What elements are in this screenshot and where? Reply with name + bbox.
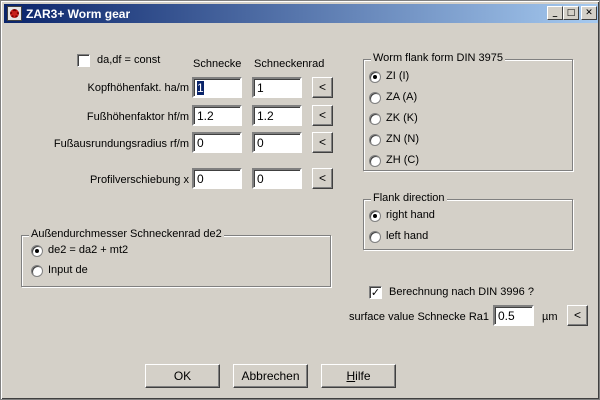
gear-app-icon xyxy=(7,6,22,21)
flank-zh-radio[interactable] xyxy=(369,155,381,167)
wheel-column-header: Schneckenrad xyxy=(254,58,325,70)
window-title: ZAR3+ Worm gear xyxy=(26,7,131,21)
root-radius-worm-input[interactable]: 0 xyxy=(192,132,242,153)
help-button[interactable]: Hilfe xyxy=(321,364,396,388)
root-radius-wheel-input[interactable]: 0 xyxy=(252,132,302,153)
left-hand-label: left hand xyxy=(386,230,429,242)
outer-diameter-formula-radio[interactable] xyxy=(31,245,43,257)
profile-shift-worm-input[interactable]: 0 xyxy=(192,168,242,189)
flank-zh-label: ZH (C) xyxy=(386,154,419,166)
flank-za-label: ZA (A) xyxy=(386,91,418,103)
flank-form-group-title: Worm flank form DIN 3975 xyxy=(371,52,506,64)
ok-button[interactable]: OK xyxy=(145,364,220,388)
dedendum-worm-input[interactable]: 1.2 xyxy=(192,105,242,126)
flank-zk-label: ZK (K) xyxy=(386,112,418,124)
flank-zi-label: ZI (I) xyxy=(386,70,410,82)
flank-zi-radio[interactable] xyxy=(369,71,381,83)
close-button[interactable]: ✕ xyxy=(581,6,597,20)
flank-zk-radio[interactable] xyxy=(369,113,381,125)
const-checkbox[interactable] xyxy=(77,54,90,67)
copy-addendum-button[interactable]: < xyxy=(312,77,333,98)
right-hand-radio[interactable] xyxy=(369,210,381,222)
left-hand-radio[interactable] xyxy=(369,231,381,243)
cancel-button[interactable]: Abbrechen xyxy=(233,364,308,388)
outer-diameter-group-title: Außendurchmesser Schneckenrad de2 xyxy=(29,228,224,240)
flank-form-group: Worm flank form DIN 3975 ZI (I) ZA (A) Z… xyxy=(363,52,573,171)
flank-direction-group-title: Flank direction xyxy=(371,192,447,204)
right-hand-label: right hand xyxy=(386,209,435,221)
maximize-button[interactable]: □ xyxy=(563,6,579,20)
dedendum-factor-label: Fußhöhenfaktor hf/m xyxy=(86,111,189,123)
outer-diameter-input-label: Input de xyxy=(48,264,88,276)
flank-zn-radio[interactable] xyxy=(369,134,381,146)
addendum-wheel-input[interactable]: 1 xyxy=(252,77,302,98)
dedendum-wheel-input[interactable]: 1.2 xyxy=(252,105,302,126)
minimize-button[interactable]: _ xyxy=(547,6,563,20)
worm-column-header: Schnecke xyxy=(193,58,242,70)
copy-surface-button[interactable]: < xyxy=(567,305,588,326)
copy-root-radius-button[interactable]: < xyxy=(312,132,333,153)
help-mnemonic: H xyxy=(346,369,356,383)
copy-dedendum-button[interactable]: < xyxy=(312,105,333,126)
help-label-rest: ilfe xyxy=(355,369,371,383)
surface-unit-label: µm xyxy=(542,311,558,323)
copy-profile-shift-button[interactable]: < xyxy=(312,168,333,189)
din3996-label: Berechnung nach DIN 3996 ? xyxy=(389,286,534,298)
outer-diameter-input-radio[interactable] xyxy=(31,265,43,277)
surface-value-input[interactable]: 0.5 xyxy=(493,305,534,326)
root-radius-label: Fußausrundungsradius rf/m xyxy=(53,138,189,150)
const-checkbox-label: da,df = const xyxy=(97,54,161,66)
flank-za-radio[interactable] xyxy=(369,92,381,104)
outer-diameter-group: Außendurchmesser Schneckenrad de2 de2 = … xyxy=(21,228,331,287)
din3996-checkbox[interactable]: ✓ xyxy=(369,286,382,299)
title-bar: ZAR3+ Worm gear _ □ ✕ xyxy=(4,4,598,23)
flank-zn-label: ZN (N) xyxy=(386,133,419,145)
worm-gear-dialog: ZAR3+ Worm gear _ □ ✕ da,df = const Schn… xyxy=(0,0,600,400)
surface-value-label: surface value Schnecke Ra1 xyxy=(348,311,489,323)
outer-diameter-formula-label: de2 = da2 + mt2 xyxy=(48,244,129,256)
profile-shift-wheel-input[interactable]: 0 xyxy=(252,168,302,189)
profile-shift-label: Profilverschiebung x xyxy=(89,174,189,186)
addendum-factor-label: Kopfhöhenfakt. ha/m xyxy=(87,82,189,94)
flank-direction-group: Flank direction right hand left hand xyxy=(363,192,573,250)
addendum-worm-input[interactable]: 1 xyxy=(192,77,242,98)
